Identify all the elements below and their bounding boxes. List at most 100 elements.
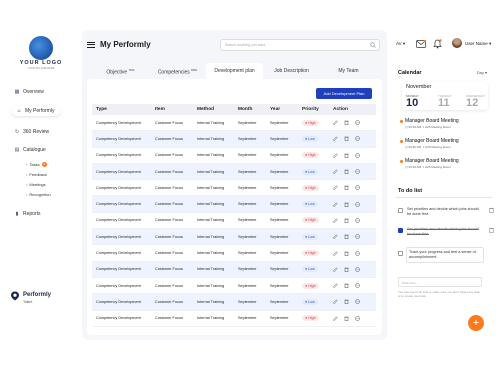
trash-icon[interactable]: [344, 218, 349, 223]
column-header[interactable]: Year: [270, 107, 302, 112]
trash-icon[interactable]: [344, 153, 349, 158]
column-header[interactable]: Method: [197, 107, 238, 112]
sidebar-item-360-review[interactable]: ↻ 360 Review: [14, 127, 49, 137]
trash-icon[interactable]: [489, 227, 494, 233]
menu-icon[interactable]: [87, 41, 95, 48]
trash-icon[interactable]: [344, 234, 349, 240]
mail-icon[interactable]: [416, 40, 426, 48]
trash-icon[interactable]: [344, 202, 349, 207]
column-header[interactable]: Type: [92, 107, 155, 112]
table-row[interactable]: Competency Development Customer Focus Inte…: [92, 278, 376, 295]
table-row[interactable]: Competency Development Customer Focus Inte…: [92, 180, 376, 197]
table-row[interactable]: Competency Development Customer Focus Inte…: [92, 131, 376, 148]
search-input[interactable]: Search anything you want: [220, 39, 380, 51]
event-title: Manager Board Meeting: [405, 118, 459, 124]
avatar[interactable]: [452, 38, 462, 48]
trash-icon[interactable]: [344, 185, 349, 191]
calendar-day[interactable]: Tuesday 11: [438, 94, 452, 109]
more-options-icon[interactable]: [355, 283, 360, 288]
edit-icon[interactable]: [333, 299, 338, 305]
table-row[interactable]: Competency Development Customer Focus Inte…: [92, 245, 376, 262]
more-options-icon[interactable]: [355, 185, 360, 191]
column-header[interactable]: Priority: [302, 107, 333, 112]
more-options-icon[interactable]: [355, 299, 360, 305]
table-row[interactable]: Competency Development Customer Focus Inte…: [92, 229, 376, 246]
tab-objective[interactable]: Objective 70%: [92, 63, 149, 79]
todo-checkbox[interactable]: [398, 251, 403, 256]
trash-icon[interactable]: [344, 283, 349, 289]
column-header[interactable]: Item: [155, 107, 197, 112]
column-header[interactable]: Month: [238, 107, 270, 112]
sidebar-subitem-recognition[interactable]: ▫ Recognition: [26, 192, 51, 197]
trash-icon[interactable]: [344, 267, 349, 272]
sidebar-subitem-tasks[interactable]: ▫ Tasks 2: [26, 162, 47, 167]
table-row[interactable]: Competency Development Customer Focus Inte…: [92, 294, 376, 311]
edit-icon[interactable]: [333, 185, 338, 191]
edit-icon[interactable]: [333, 283, 338, 288]
edit-icon[interactable]: [333, 136, 338, 142]
edit-icon[interactable]: [333, 250, 338, 256]
todo-checkbox[interactable]: [398, 228, 403, 233]
table-row[interactable]: Competency Development Customer Focus Inte…: [92, 213, 376, 230]
bell-icon[interactable]: [433, 39, 442, 49]
sidebar-item-my-performly[interactable]: ☺ My Performly: [12, 106, 61, 116]
tab-my-team[interactable]: My Team: [320, 63, 377, 79]
more-options-icon[interactable]: [355, 234, 360, 239]
sidebar-subitem-feedback[interactable]: ▫ Feedback: [26, 172, 47, 177]
sidebar-item-overview[interactable]: ▦ Overview: [14, 87, 44, 97]
calendar-card: November Monday 10 Tuesday 11 Wednesday …: [402, 82, 488, 110]
more-options-icon[interactable]: [355, 153, 360, 158]
cell-type: Competency Development: [96, 218, 141, 223]
search-icon[interactable]: [370, 42, 376, 48]
edit-icon[interactable]: [333, 153, 338, 158]
trash-icon[interactable]: [344, 299, 349, 305]
language-selector[interactable]: AV ▾: [396, 41, 405, 47]
add-todo-button[interactable]: +: [468, 315, 484, 331]
table-row[interactable]: Competency Development Customer Focus Inte…: [92, 311, 376, 327]
more-options-icon[interactable]: [355, 201, 360, 207]
more-options-icon[interactable]: [355, 169, 360, 174]
more-options-icon[interactable]: [355, 120, 360, 125]
sidebar-subitem-meetings[interactable]: ▫ Meetings: [26, 182, 46, 187]
table-row[interactable]: Competency Development Customer Focus Inte…: [92, 148, 376, 164]
trash-icon[interactable]: [344, 120, 349, 126]
table-row[interactable]: Competency Development Customer Focus Inte…: [92, 196, 376, 213]
tab-job-description[interactable]: Job Description: [263, 63, 320, 79]
user-menu[interactable]: User Name ▾: [465, 41, 491, 47]
edit-icon[interactable]: [333, 120, 338, 125]
trash-icon[interactable]: [344, 251, 349, 256]
trash-icon[interactable]: [344, 169, 349, 174]
tab-competencies[interactable]: Competencies 80%: [149, 63, 206, 79]
more-options-icon[interactable]: [355, 267, 360, 272]
edit-icon[interactable]: [333, 267, 338, 272]
more-options-icon[interactable]: [355, 218, 360, 223]
more-options-icon[interactable]: [355, 136, 360, 142]
sidebar-item-reports[interactable]: ▮ Reports: [14, 209, 41, 219]
cell-action: [333, 120, 376, 126]
edit-icon[interactable]: [333, 234, 338, 239]
sidebar-item-catalogue[interactable]: ▤ Catalogue: [14, 145, 46, 155]
edit-icon[interactable]: [333, 169, 338, 174]
column-header: Action: [333, 107, 348, 112]
add-development-plan-button[interactable]: Add Development Plan: [316, 88, 372, 99]
trash-icon[interactable]: [344, 136, 349, 142]
more-options-icon[interactable]: [355, 250, 360, 256]
calendar-day[interactable]: Monday 10: [406, 94, 419, 109]
calendar-day[interactable]: Wednesday 12: [466, 94, 485, 109]
edit-icon[interactable]: [333, 202, 338, 207]
table-row[interactable]: Competency Development Customer Focus Inte…: [92, 115, 376, 132]
calendar-range-select[interactable]: Day ▾: [477, 70, 487, 75]
edit-icon[interactable]: [333, 218, 338, 223]
trash-icon[interactable]: [489, 207, 494, 213]
cell-method: Internal Training: [197, 267, 225, 272]
todo-text[interactable]: Track your progress and feel a sense of …: [409, 250, 485, 260]
trash-icon[interactable]: [344, 316, 349, 321]
table-row[interactable]: Competency Development Customer Focus Inte…: [92, 261, 376, 278]
more-options-icon[interactable]: [355, 315, 360, 321]
edit-icon[interactable]: [333, 316, 338, 321]
todo-checkbox[interactable]: [398, 208, 403, 213]
tab-development-plan[interactable]: Development plan: [206, 63, 263, 79]
todo-input[interactable]: Write here...: [398, 277, 482, 287]
cell-method: Internal Training: [197, 299, 225, 304]
table-row[interactable]: Competency Development Customer Focus Inte…: [92, 163, 376, 181]
